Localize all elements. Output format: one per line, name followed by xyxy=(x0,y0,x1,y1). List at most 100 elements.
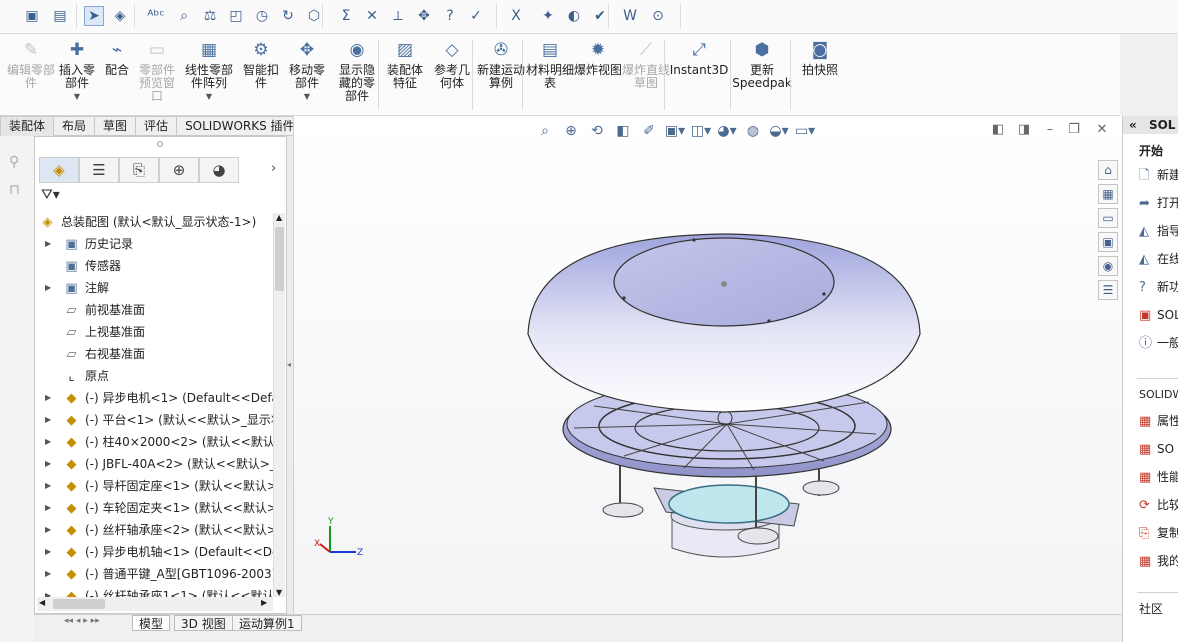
tree-item[interactable]: ▶ ◆ (-) 异步电机<1> (Default<<Defau xyxy=(35,387,273,409)
tree-item[interactable]: ▶ ▣ 历史记录 xyxy=(35,233,273,255)
tree-horizontal-scrollbar[interactable]: ◀ ▶ xyxy=(37,597,273,611)
bill-of-materials-button[interactable]: ▤ 材料明细表 xyxy=(526,38,574,112)
scroll-up-icon[interactable]: ▲ xyxy=(276,213,282,222)
expand-arrow-icon[interactable]: ▶ xyxy=(45,277,55,299)
tab-0[interactable]: 装配体 xyxy=(0,116,55,136)
show-hidden-button[interactable]: ◉ 显示隐藏的零部件 xyxy=(334,38,380,112)
measure-question-icon[interactable]: ? xyxy=(440,6,460,26)
tree-item[interactable]: ▶ ◆ (-) 柱40×2000<2> (默认<<默认> xyxy=(35,431,273,453)
new-motion-study-button[interactable]: ✇ 新建运动算例 xyxy=(476,38,526,112)
tree-item[interactable]: ▶ ◆ (-) 丝杆轴承座<2> (默认<<默认>_ xyxy=(35,519,273,541)
property-manager-icon[interactable]: ☰ xyxy=(79,157,119,183)
design-checker-icon[interactable]: W xyxy=(620,6,640,26)
expand-arrow-icon[interactable]: ▶ xyxy=(45,475,55,497)
tree-item[interactable]: ▶ ◆ (-) 普通平键_A型[GBT1096-2003][ xyxy=(35,563,273,585)
filter-icon[interactable]: ⛛▾ xyxy=(41,187,60,203)
bottom-tab-0[interactable]: 模型 xyxy=(132,615,171,631)
panel-grip-icon[interactable] xyxy=(157,141,163,147)
check-tool-icon[interactable]: ✓ xyxy=(466,6,486,26)
tab-1[interactable]: 布局 xyxy=(54,116,96,136)
expand-arrow-icon[interactable]: ▶ xyxy=(45,387,55,409)
spelling-abc-icon[interactable]: ᴬᵇᶜ xyxy=(146,6,166,26)
tree-item[interactable]: ▱ 右视基准面 xyxy=(35,343,273,365)
step-icon[interactable]: ⊓ xyxy=(9,182,27,200)
task-pane-item[interactable]: ▦ 属性 xyxy=(1139,412,1178,430)
linear-pattern-button[interactable]: ▦ 线性零部件阵列 ▼ xyxy=(180,38,238,112)
scroll-down-icon[interactable]: ▼ xyxy=(276,588,282,597)
task-pane-item[interactable]: 🗋 新建 xyxy=(1139,166,1178,184)
tab-2[interactable]: 草图 xyxy=(95,116,137,136)
sum-icon[interactable]: Σ xyxy=(336,6,356,26)
excel-export-icon[interactable]: X xyxy=(506,6,526,26)
collapse-handle-icon[interactable]: ◂ xyxy=(287,360,291,369)
view-palette-icon[interactable]: ▣ xyxy=(1098,232,1118,252)
dome-shell[interactable] xyxy=(527,233,921,413)
scroll-left-icon[interactable]: ◀ xyxy=(39,598,45,607)
tab-scroll-buttons-icon[interactable]: ◂◂ ◂ ▸ ▸▸ xyxy=(64,616,100,626)
exploded-view-button[interactable]: ✹ 爆炸视图 xyxy=(574,38,622,112)
assembly-model-render[interactable]: Y Z X xyxy=(294,116,1123,614)
task-pane-item[interactable]: ⓘ 一般 xyxy=(1139,334,1178,352)
scroll-right-icon[interactable]: ▶ xyxy=(261,598,267,607)
verify-icon[interactable]: ✔ xyxy=(590,6,610,26)
expand-arrow-icon[interactable]: ▶ xyxy=(45,541,55,563)
clearance-icon[interactable]: ⟂ xyxy=(388,6,408,26)
tree-item[interactable]: ▱ 前视基准面 xyxy=(35,299,273,321)
smart-fasteners-button[interactable]: ⚙ 智能扣件 xyxy=(238,38,284,112)
tree-item[interactable]: ▶ ◆ (-) 车轮固定夹<1> (默认<<默认>_ xyxy=(35,497,273,519)
tree-item[interactable]: ⌞ 原点 xyxy=(35,365,273,387)
reference-geometry-button[interactable]: ◇ 参考几何体 xyxy=(430,38,474,112)
move-component-button[interactable]: ✥ 移动零部件 ▼ xyxy=(284,38,330,112)
dimxpert-icon[interactable]: ⊕ xyxy=(159,157,199,183)
update-speedpak-button[interactable]: ⬢ 更新Speedpak xyxy=(732,38,792,112)
task-pane-item[interactable]: ➦ 打开 xyxy=(1139,194,1178,212)
expand-arrow-icon[interactable]: ▶ xyxy=(45,519,55,541)
task-pane-item[interactable]: ⎘ 复制 xyxy=(1139,524,1178,542)
mate-button[interactable]: ⌁ 配合 xyxy=(100,38,134,112)
feature-manager-icon[interactable]: ◈ xyxy=(39,157,79,183)
graphics-area[interactable]: ⌕ ⊕ ⟲ ◧ ✐ ▣▾ ◫▾ ◕▾ ◍ ◒▾ ▭▾ ◧ ◨ – ❐ ✕ Y Z… xyxy=(293,116,1122,614)
tree-vertical-scrollbar[interactable]: ▲ ▼ xyxy=(273,213,285,597)
task-pane-item[interactable]: ▦ 性能 xyxy=(1139,468,1178,486)
save-icon[interactable]: ▤ xyxy=(50,6,70,26)
instant3d-button[interactable]: ⤢ Instant3D xyxy=(670,38,729,112)
collapse-double-chevron-icon[interactable]: « xyxy=(1129,118,1137,132)
dropdown-arrow-icon[interactable]: ▼ xyxy=(304,90,310,103)
task-pane-item[interactable]: ◭ 在线 xyxy=(1139,250,1178,268)
expand-arrow-icon[interactable]: ▶ xyxy=(45,453,55,475)
expand-arrow-icon[interactable]: ▶ xyxy=(45,563,55,585)
tree-item[interactable]: ▣ 传感器 xyxy=(35,255,273,277)
snapshot-button[interactable]: ◙ 拍快照 xyxy=(798,38,842,112)
tree-item[interactable]: ▶ ◆ (-) 导杆固定座<1> (默认<<默认>_ xyxy=(35,475,273,497)
tree-item[interactable]: ▶ ◆ (-) 异步电机轴<1> (Default<<De xyxy=(35,541,273,563)
task-pane-item[interactable]: ? 新功 xyxy=(1139,278,1178,296)
interference-icon[interactable]: ✕ xyxy=(362,6,382,26)
scroll-thumb[interactable] xyxy=(275,227,284,291)
check-icon[interactable]: ⬡ xyxy=(304,6,324,26)
section-properties-icon[interactable]: ◰ xyxy=(226,6,246,26)
tree-item[interactable]: ▱ 上视基准面 xyxy=(35,321,273,343)
task-pane-item[interactable]: ▦ SO xyxy=(1139,440,1174,458)
insert-component-button[interactable]: ✚ 插入零部件 ▼ xyxy=(54,38,100,112)
tree-item[interactable]: ▶ ▣ 注解 xyxy=(35,277,273,299)
design-library-icon[interactable]: ▦ xyxy=(1098,184,1118,204)
appearance-icon[interactable]: ◈ xyxy=(110,6,130,26)
expand-arrow-icon[interactable]: ▶ xyxy=(45,409,55,431)
task-pane-item[interactable]: ▦ 我的 xyxy=(1139,552,1178,570)
turntable-disk[interactable] xyxy=(668,484,790,524)
zoom-measure-icon[interactable]: ⌕ xyxy=(174,6,194,26)
appearances-icon[interactable]: ◉ xyxy=(1098,256,1118,276)
link-icon[interactable]: ⚲ xyxy=(9,154,27,172)
tree-item[interactable]: ▶ ◆ (-) 平台<1> (默认<<默认>_显示状 xyxy=(35,409,273,431)
configuration-manager-icon[interactable]: ⎘ xyxy=(119,157,159,183)
bottom-tab-1[interactable]: 3D 视图 xyxy=(174,615,233,631)
expand-arrow-icon[interactable]: ▶ xyxy=(45,497,55,519)
hscroll-thumb[interactable] xyxy=(53,599,105,609)
bottom-tab-2[interactable]: 运动算例1 xyxy=(232,615,302,631)
file-explorer-icon[interactable]: ▭ xyxy=(1098,208,1118,228)
dropdown-arrow-icon[interactable]: ▼ xyxy=(74,90,80,103)
hole-alignment-icon[interactable]: ✥ xyxy=(414,6,434,26)
select-arrow-icon[interactable]: ➤ xyxy=(84,6,104,26)
display-manager-icon[interactable]: ◕ xyxy=(199,157,239,183)
tree-item[interactable]: ▶ ◆ (-) JBFL-40A<2> (默认<<默认>_显 xyxy=(35,453,273,475)
